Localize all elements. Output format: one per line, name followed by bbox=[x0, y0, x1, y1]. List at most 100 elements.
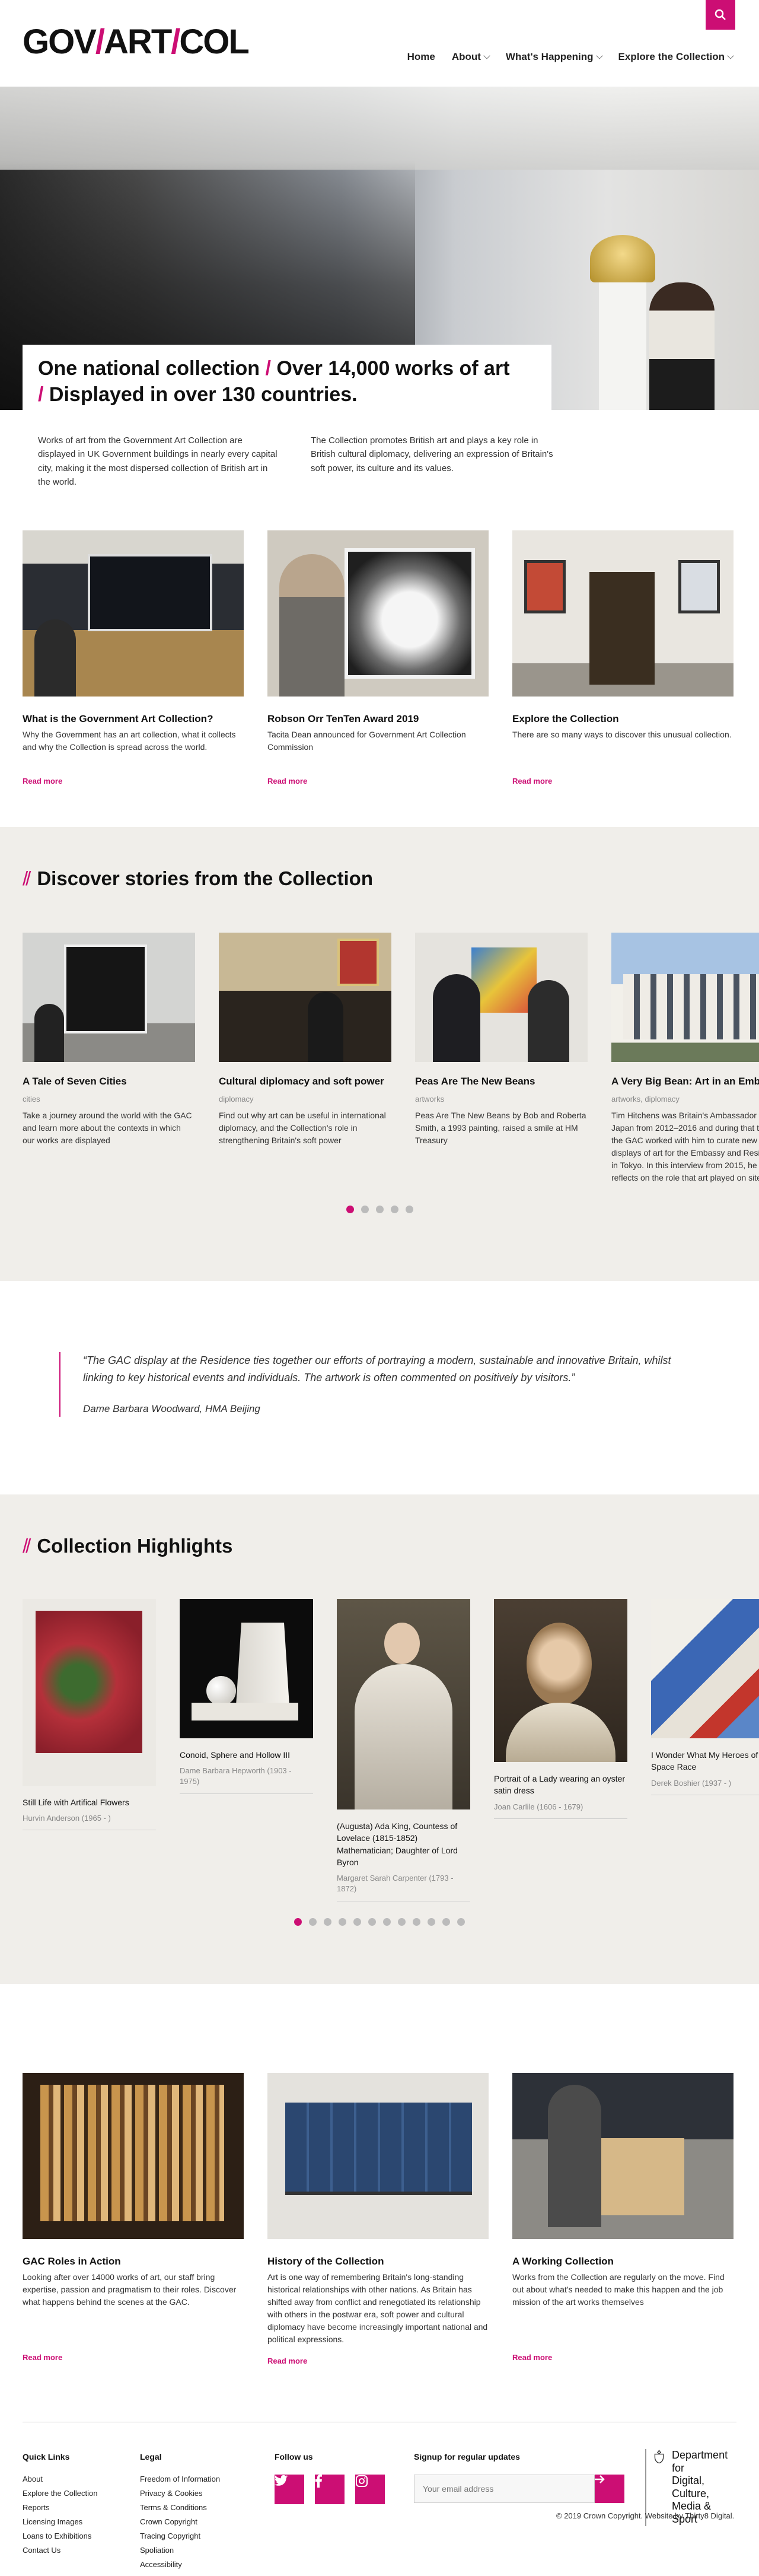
story-title: A Tale of Seven Cities bbox=[23, 1076, 127, 1087]
artwork-artist: Dame Barbara Hepworth (1903 - 1975) bbox=[180, 1766, 313, 1794]
footer-link[interactable]: Privacy & Cookies bbox=[140, 2489, 220, 2498]
facebook-button[interactable] bbox=[315, 2475, 345, 2504]
footer-link[interactable]: Accessibility bbox=[140, 2560, 220, 2569]
carousel-dot[interactable] bbox=[324, 1917, 331, 1926]
feature-card[interactable]: A Working Collection Works from the Coll… bbox=[512, 2073, 734, 2365]
footer-link[interactable]: Licensing Images bbox=[23, 2517, 97, 2526]
carousel-dot[interactable] bbox=[368, 1917, 376, 1926]
instagram-button[interactable] bbox=[355, 2475, 385, 2504]
read-more-link[interactable]: Read more bbox=[267, 777, 489, 785]
story-card[interactable]: A Tale of Seven Cities cities Take a jou… bbox=[23, 933, 195, 1184]
artwork-artist: Margaret Sarah Carpenter (1793 - 1872) bbox=[337, 1873, 470, 1901]
feature-title: A Working Collection bbox=[512, 2256, 614, 2267]
footer-link[interactable]: Explore the Collection bbox=[23, 2489, 97, 2498]
email-field[interactable] bbox=[414, 2475, 595, 2503]
story-image bbox=[611, 933, 759, 1062]
footer-link[interactable]: Freedom of Information bbox=[140, 2475, 220, 2483]
artwork-card[interactable]: I Wonder What My Heroes of the Space Rac… bbox=[651, 1599, 759, 1795]
hero-heading: One national collection / Over 14,000 wo… bbox=[38, 355, 536, 408]
story-tag: cities bbox=[23, 1094, 40, 1103]
footer-link[interactable]: Tracing Copyright bbox=[140, 2532, 220, 2540]
dcms-line: Digital, Culture, bbox=[672, 2475, 710, 2499]
footer-link[interactable]: Crown Copyright bbox=[140, 2517, 220, 2526]
feature-title: Explore the Collection bbox=[512, 713, 619, 724]
story-card[interactable]: Cultural diplomacy and soft power diplom… bbox=[219, 933, 391, 1184]
footer-link[interactable]: Spoliation bbox=[140, 2546, 220, 2555]
logo-slash: / bbox=[95, 23, 105, 61]
section-title-text: Discover stories from the Collection bbox=[37, 867, 373, 889]
carousel-dot[interactable] bbox=[309, 1917, 317, 1926]
artwork-image bbox=[651, 1599, 759, 1738]
feature-title: History of the Collection bbox=[267, 2256, 384, 2267]
nav-label: Explore the Collection bbox=[618, 51, 725, 62]
nav-explore-collection[interactable]: Explore the Collection bbox=[618, 51, 734, 63]
section-title: // Discover stories from the Collection bbox=[23, 867, 759, 890]
artwork-artist: Derek Boshier (1937 - ) bbox=[651, 1778, 759, 1795]
footer-heading: Quick Links bbox=[23, 2452, 70, 2461]
read-more-link[interactable]: Read more bbox=[512, 777, 734, 785]
carousel-dots bbox=[23, 1205, 759, 1213]
footer-link[interactable]: Loans to Exhibitions bbox=[23, 2532, 97, 2540]
feature-cards: What is the Government Art Collection? W… bbox=[0, 489, 759, 785]
carousel-dot[interactable] bbox=[361, 1205, 369, 1213]
story-title: A Very Big Bean: Art in an Embassy bbox=[611, 1076, 759, 1087]
logo-part-col: COL bbox=[179, 23, 249, 61]
site-logo[interactable]: GOV/ART/COL bbox=[23, 23, 250, 61]
artwork-image bbox=[494, 1599, 627, 1762]
search-button[interactable] bbox=[706, 0, 735, 30]
carousel-dot[interactable] bbox=[383, 1917, 391, 1926]
feature-image bbox=[512, 2073, 734, 2239]
nav-home[interactable]: Home bbox=[407, 51, 435, 63]
nav-whats-happening[interactable]: What's Happening bbox=[506, 51, 603, 63]
footer-link[interactable]: Reports bbox=[23, 2503, 97, 2512]
testimonial: “The GAC display at the Residence ties t… bbox=[0, 1281, 759, 1494]
feature-card[interactable]: GAC Roles in Action Looking after over 1… bbox=[23, 2073, 244, 2365]
story-image bbox=[23, 933, 195, 1062]
footer-legal: Legal Freedom of Information Privacy & C… bbox=[140, 2452, 220, 2574]
feature-card[interactable]: History of the Collection Art is one way… bbox=[267, 2073, 489, 2365]
carousel-dot[interactable] bbox=[413, 1917, 420, 1926]
story-tag: diplomacy bbox=[219, 1094, 254, 1103]
carousel-dot[interactable] bbox=[405, 1205, 413, 1213]
nav-about[interactable]: About bbox=[452, 51, 490, 63]
story-title: Cultural diplomacy and soft power bbox=[219, 1076, 384, 1087]
read-more-link[interactable]: Read more bbox=[23, 2353, 244, 2362]
carousel-dot[interactable] bbox=[294, 1917, 302, 1926]
hero-line-2: Displayed in over 130 countries. bbox=[49, 383, 358, 406]
read-more-link[interactable]: Read more bbox=[267, 2356, 489, 2365]
twitter-icon bbox=[275, 2475, 288, 2486]
carousel-dot[interactable] bbox=[375, 1205, 384, 1213]
twitter-button[interactable] bbox=[275, 2475, 304, 2504]
carousel-dot[interactable] bbox=[390, 1205, 398, 1213]
artwork-artist: Joan Carlile (1606 - 1679) bbox=[494, 1802, 627, 1819]
footer-heading: Follow us bbox=[275, 2452, 313, 2461]
carousel-dot[interactable] bbox=[457, 1917, 465, 1926]
artwork-card[interactable]: Portrait of a Lady wearing an oyster sat… bbox=[494, 1599, 627, 1819]
read-more-link[interactable]: Read more bbox=[512, 2353, 734, 2362]
artwork-title: Still Life with Artifical Flowers bbox=[23, 1798, 129, 1807]
carousel-dot[interactable] bbox=[442, 1917, 450, 1926]
footer-link[interactable]: Terms & Conditions bbox=[140, 2503, 220, 2512]
artwork-card[interactable]: (Augusta) Ada King, Countess of Lovelace… bbox=[337, 1599, 470, 1901]
signup-submit-button[interactable] bbox=[595, 2475, 624, 2503]
artwork-card[interactable]: Still Life with Artifical Flowers Hurvin… bbox=[23, 1599, 156, 1831]
footer-link[interactable]: About bbox=[23, 2475, 97, 2483]
carousel-dot[interactable] bbox=[339, 1917, 346, 1926]
carousel-dot[interactable] bbox=[346, 1205, 354, 1213]
feature-card[interactable]: Explore the Collection There are so many… bbox=[512, 530, 734, 785]
artwork-card[interactable]: Conoid, Sphere and Hollow III Dame Barba… bbox=[180, 1599, 313, 1794]
read-more-link[interactable]: Read more bbox=[23, 777, 244, 785]
story-tag: artworks, diplomacy bbox=[611, 1094, 680, 1103]
carousel-dot[interactable] bbox=[353, 1917, 361, 1926]
carousel-dot[interactable] bbox=[428, 1917, 435, 1926]
chevron-down-icon bbox=[727, 52, 734, 59]
feature-text: There are so many ways to discover this … bbox=[512, 730, 732, 739]
carousel-dots bbox=[23, 1917, 759, 1926]
feature-card[interactable]: What is the Government Art Collection? W… bbox=[23, 530, 244, 785]
feature-card[interactable]: Robson Orr TenTen Award 2019 Tacita Dean… bbox=[267, 530, 489, 785]
arrow-right-icon bbox=[595, 2475, 605, 2483]
story-card[interactable]: A Very Big Bean: Art in an Embassy artwo… bbox=[611, 933, 759, 1184]
story-card[interactable]: Peas Are The New Beans artworks Peas Are… bbox=[415, 933, 588, 1184]
carousel-dot[interactable] bbox=[398, 1917, 406, 1926]
footer-link[interactable]: Contact Us bbox=[23, 2546, 97, 2555]
